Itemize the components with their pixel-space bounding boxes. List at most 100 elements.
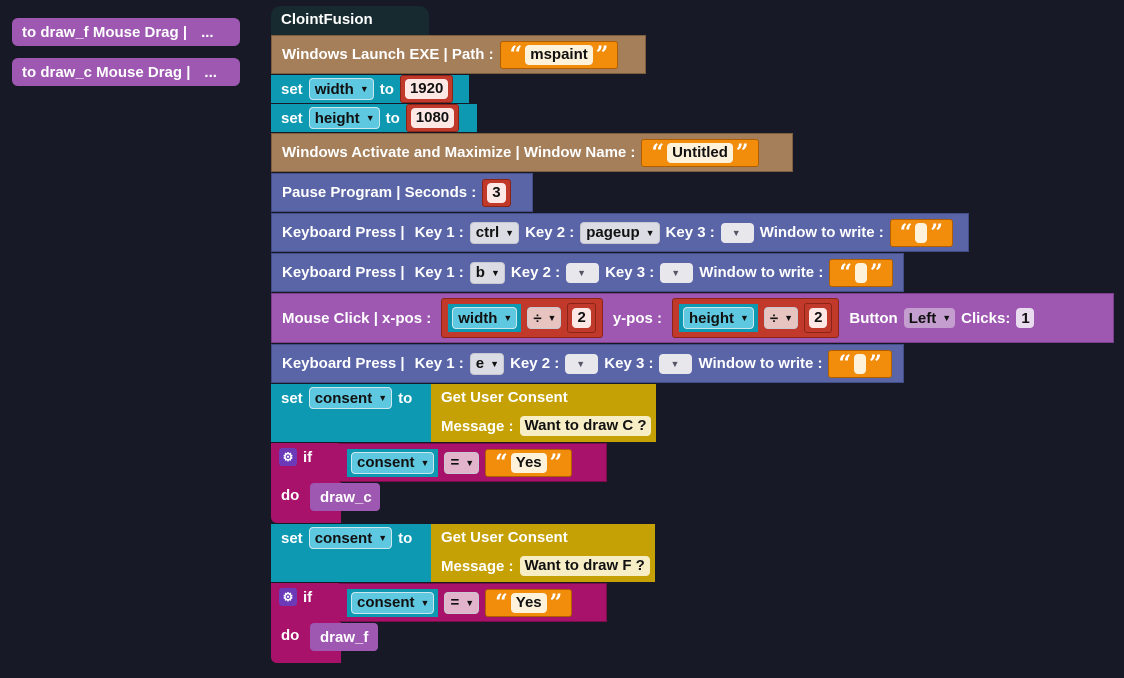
call-draw-c[interactable]: draw_c — [310, 483, 380, 511]
window-string-input[interactable]: “” — [828, 349, 892, 378]
window-string-input[interactable]: “” — [829, 258, 893, 287]
y-var-block[interactable]: height ▼ — [678, 304, 758, 332]
variable-name: consent — [357, 454, 415, 471]
key3-dropdown[interactable]: ▼ — [659, 353, 693, 374]
key2-dropdown[interactable]: ▼ — [565, 353, 599, 374]
variable-name: consent — [357, 594, 415, 611]
compare-dropdown[interactable]: = ▼ — [444, 591, 480, 614]
settings-gear-icon[interactable]: ⚙ — [279, 448, 297, 466]
collapsed-more[interactable]: ... — [201, 24, 214, 41]
y-math-block[interactable]: height ▼ ÷ ▼ 2 — [671, 298, 840, 338]
condition-var-block[interactable]: consent ▼ — [347, 588, 439, 617]
dropdown-arrow-icon: ▼ — [420, 457, 430, 468]
dropdown-arrow-icon: ▼ — [490, 267, 500, 278]
window-value[interactable] — [854, 262, 867, 283]
compare-dropdown[interactable]: = ▼ — [444, 451, 480, 474]
message-input[interactable]: Want to draw C ? — [519, 416, 652, 436]
number-input[interactable]: 2 — [804, 303, 833, 333]
if-condition-2[interactable]: consent ▼ = ▼ “Yes” — [339, 583, 607, 622]
dropdown-arrow-icon: ▼ — [577, 267, 587, 278]
number-value[interactable]: 2 — [809, 308, 828, 328]
message-input[interactable]: Want to draw F ? — [519, 556, 650, 576]
dropdown-arrow-icon: ▼ — [942, 313, 952, 323]
do-label-2: do — [281, 627, 300, 644]
key1-dropdown[interactable]: e ▼ — [469, 352, 505, 375]
function-block-draw-f[interactable]: to draw_f Mouse Drag |... — [12, 18, 240, 46]
condition-var-block[interactable]: consent ▼ — [347, 448, 439, 477]
key1-value: ctrl — [475, 224, 500, 241]
variable-dropdown[interactable]: consent ▼ — [351, 451, 435, 474]
set-height-block[interactable]: set height ▼ to 1080 — [271, 104, 477, 132]
call-draw-f[interactable]: draw_f — [310, 623, 378, 651]
variable-dropdown[interactable]: height ▼ — [682, 307, 754, 329]
set-consent-block-1[interactable]: set consent ▼ to — [271, 384, 431, 442]
window-name-value[interactable]: Untitled — [667, 142, 733, 163]
collapsed-more[interactable]: ... — [204, 64, 217, 81]
mouse-click-block[interactable]: Mouse Click | x-pos : width ▼ ÷ ▼ 2 y-pos … — [271, 293, 1114, 343]
compare-value-text[interactable]: Yes — [510, 592, 547, 613]
variable-dropdown[interactable]: height ▼ — [308, 107, 380, 129]
window-value[interactable] — [854, 353, 867, 374]
button-dropdown[interactable]: Left ▼ — [903, 308, 956, 328]
compare-string-input[interactable]: “Yes” — [485, 588, 573, 617]
key3-dropdown[interactable]: ▼ — [720, 222, 754, 243]
key2-dropdown[interactable]: pageup ▼ — [580, 221, 660, 244]
variable-dropdown[interactable]: consent ▼ — [351, 591, 435, 614]
window-name-input[interactable]: “Untitled” — [641, 138, 759, 167]
operator-dropdown[interactable]: ÷ ▼ — [527, 307, 562, 329]
launch-exe-block[interactable]: Windows Launch EXE | Path : “mspaint” — [271, 35, 646, 74]
call-label: draw_c — [320, 488, 372, 506]
start-hat-block[interactable]: ClointFusion Starts — [271, 6, 429, 56]
keyboard-press-block-3[interactable]: Keyboard Press | Key 1 : e ▼ Key 2 : ▼ Ke… — [271, 344, 904, 383]
number-input[interactable]: 1920 — [399, 75, 454, 103]
number-value[interactable]: 1920 — [404, 79, 449, 99]
set-consent-block-2[interactable]: set consent ▼ to — [271, 524, 431, 582]
variable-dropdown[interactable]: consent ▼ — [308, 527, 393, 549]
do-label-1: do — [281, 487, 300, 504]
settings-gear-icon[interactable]: ⚙ — [279, 588, 297, 606]
call-label: draw_f — [320, 628, 369, 646]
key3-label: Key 3 : — [605, 264, 655, 281]
seconds-value[interactable]: 3 — [487, 182, 506, 203]
x-var-block[interactable]: width ▼ — [448, 304, 522, 332]
seconds-input[interactable]: 3 — [482, 178, 511, 207]
path-string-input[interactable]: “mspaint” — [499, 40, 619, 69]
get-consent-block-1[interactable]: Get User Consent Message : Want to draw … — [431, 384, 656, 442]
number-input[interactable]: 2 — [567, 303, 596, 333]
operator-dropdown[interactable]: ÷ ▼ — [763, 307, 799, 329]
function-block-draw-c[interactable]: to draw_c Mouse Drag |... — [12, 58, 240, 86]
compare-value: = — [450, 454, 460, 471]
if-condition-1[interactable]: consent ▼ = ▼ “Yes” — [339, 443, 607, 482]
to-keyword: to — [379, 80, 394, 98]
x-math-block[interactable]: width ▼ ÷ ▼ 2 — [441, 298, 603, 338]
variable-dropdown[interactable]: consent ▼ — [308, 387, 393, 409]
dropdown-arrow-icon: ▼ — [784, 313, 794, 323]
compare-string-input[interactable]: “Yes” — [485, 448, 573, 477]
key1-dropdown[interactable]: ctrl ▼ — [469, 221, 520, 244]
window-string-input[interactable]: “” — [889, 218, 954, 247]
pause-program-block[interactable]: Pause Program | Seconds : 3 — [271, 173, 533, 212]
if-keyword: if — [303, 588, 313, 606]
dropdown-arrow-icon: ▼ — [420, 597, 430, 608]
set-width-block[interactable]: set width ▼ to 1920 — [271, 75, 469, 103]
get-consent-block-2[interactable]: Get User Consent Message : Want to draw … — [431, 524, 655, 582]
variable-dropdown[interactable]: width ▼ — [452, 307, 518, 329]
window-value[interactable] — [915, 222, 928, 243]
activate-window-block[interactable]: Windows Activate and Maximize | Window N… — [271, 133, 793, 172]
number-value[interactable]: 1080 — [410, 108, 455, 128]
keyboard-press-block-1[interactable]: Keyboard Press | Key 1 : ctrl ▼ Key 2 : p… — [271, 213, 969, 252]
key1-label: Key 1 : — [414, 224, 464, 241]
key1-dropdown[interactable]: b ▼ — [469, 261, 505, 284]
number-input[interactable]: 1080 — [405, 104, 460, 132]
key3-dropdown[interactable]: ▼ — [660, 262, 694, 283]
variable-dropdown[interactable]: width ▼ — [308, 78, 374, 100]
number-value[interactable]: 2 — [572, 308, 591, 328]
key3-label: Key 3 : — [604, 355, 654, 372]
compare-value-text[interactable]: Yes — [510, 452, 547, 473]
keyboard-press-block-2[interactable]: Keyboard Press | Key 1 : b ▼ Key 2 : ▼ Ke… — [271, 253, 904, 292]
clicks-input[interactable]: 1 — [1016, 308, 1034, 328]
key2-dropdown[interactable]: ▼ — [566, 262, 600, 283]
window-label: Window to write : — [699, 264, 824, 281]
key1-value: b — [475, 264, 485, 281]
path-value[interactable]: mspaint — [525, 44, 593, 65]
